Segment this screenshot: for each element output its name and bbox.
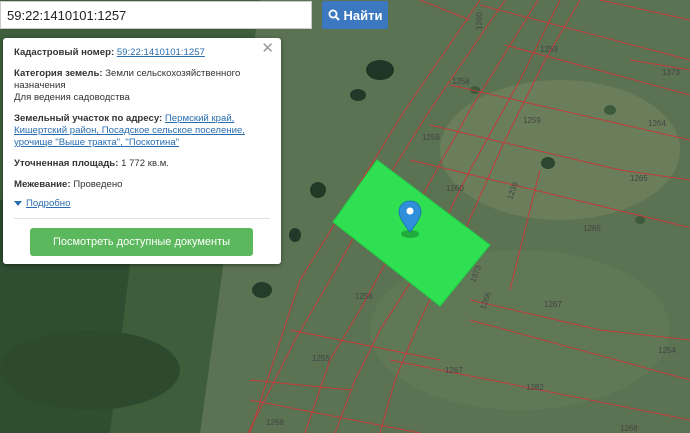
address-row: Земельный участок по адресу: Пермский кр… (14, 113, 270, 149)
parcel-label: 1267 (544, 300, 562, 309)
parcel-label: 1256 (355, 292, 373, 301)
parcel-label: 1258 (422, 133, 440, 142)
parcel-label: 1265 (583, 224, 601, 233)
area-row: Уточненная площадь: 1 772 кв.м. (14, 158, 270, 170)
search-button-label: Найти (343, 7, 383, 23)
triangle-down-icon (14, 201, 22, 206)
close-icon[interactable]: ✕ (261, 41, 274, 56)
parcel-label: 1254 (658, 346, 676, 355)
parcel-label: 1259 (523, 116, 541, 125)
search-input[interactable] (0, 1, 312, 29)
area-label: Уточненная площадь: (14, 158, 119, 169)
more-details-link[interactable]: Подробно (26, 198, 70, 209)
cadastral-row: Кадастровый номер: 59:22:1410101:1257 (14, 47, 270, 59)
cadastral-number-link[interactable]: 59:22:1410101:1257 (117, 47, 205, 58)
area-value: 1 772 кв.м. (121, 158, 169, 169)
category-row: Категория земель: Земли сельскохозяйстве… (14, 68, 270, 104)
parcel-label: 1264 (648, 119, 666, 128)
search-button[interactable]: Найти (322, 1, 388, 29)
parcel-label: 1255 (312, 354, 330, 363)
survey-value: Проведено (73, 179, 123, 190)
parcel-label: 1282 (526, 383, 544, 392)
cadastral-label: Кадастровый номер: (14, 47, 115, 58)
parcel-info-popup: ✕ Кадастровый номер: 59:22:1410101:1257 … (3, 38, 281, 264)
usage-value: Для ведения садоводства (14, 92, 130, 103)
parcel-label: 1268 (620, 424, 638, 433)
parcel-label: 1260 (475, 12, 484, 30)
survey-row: Межевание: Проведено (14, 179, 270, 191)
divider (14, 218, 270, 219)
search-icon (328, 9, 340, 21)
parcel-label: 1373 (662, 68, 680, 77)
parcel-label: 1267 (445, 366, 463, 375)
category-label: Категория земель: (14, 68, 103, 79)
survey-label: Межевание: (14, 179, 71, 190)
address-label: Земельный участок по адресу: (14, 113, 163, 124)
parcel-label: 1260 (446, 184, 464, 193)
parcel-label: 1259 (540, 45, 558, 54)
parcel-label: 1258 (452, 77, 470, 86)
more-details-toggle[interactable]: Подробно (14, 198, 270, 209)
parcel-label: 1265 (630, 174, 648, 183)
view-documents-button[interactable]: Посмотреть доступные документы (30, 228, 253, 256)
parcel-label: 1268 (266, 418, 284, 427)
